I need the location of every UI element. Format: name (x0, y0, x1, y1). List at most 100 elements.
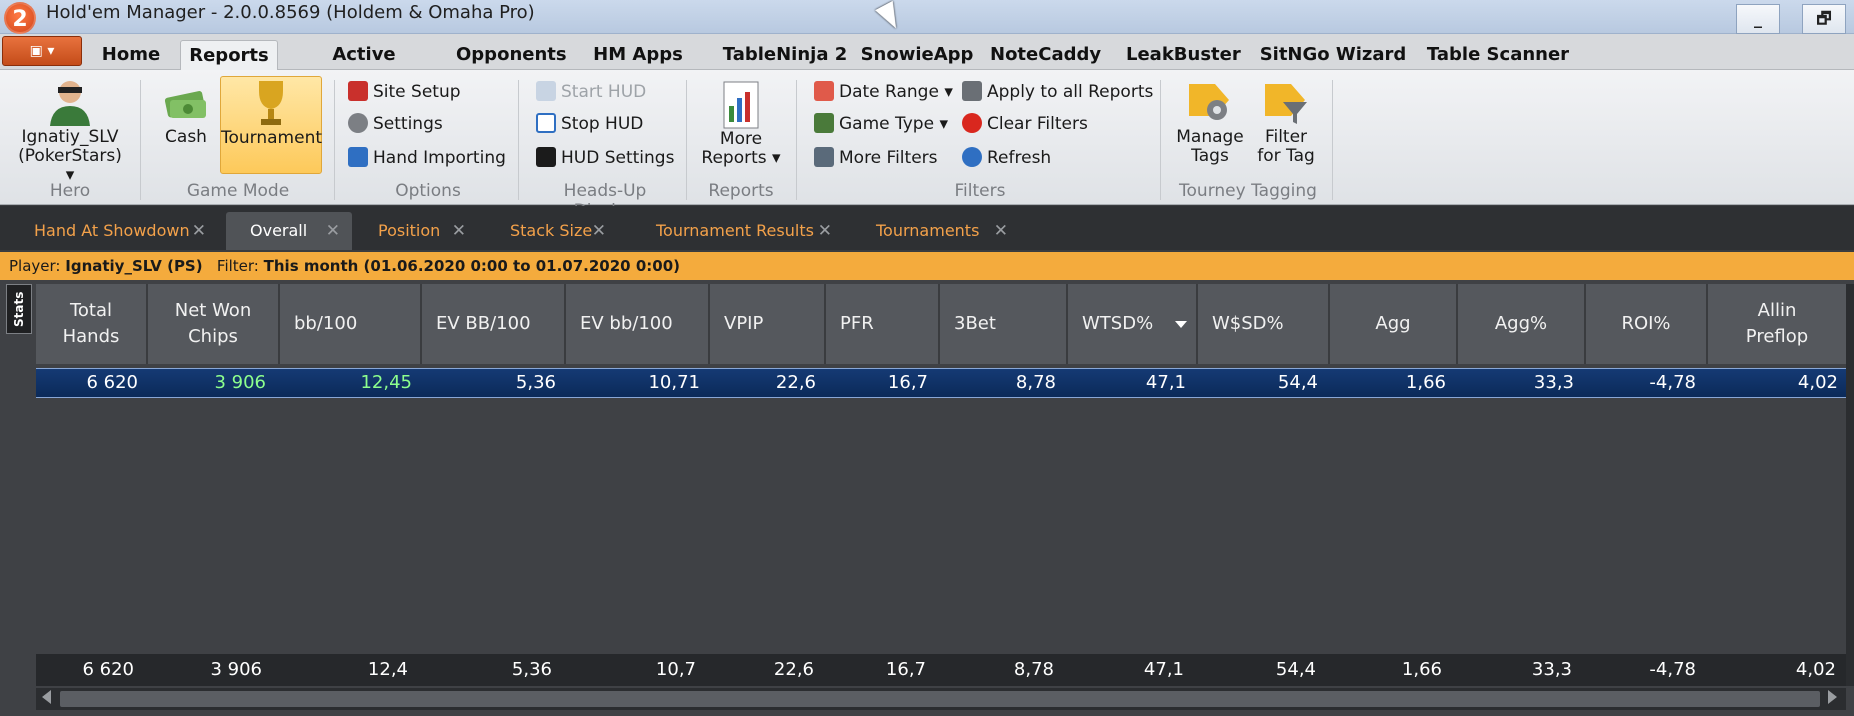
import-arrow-icon (348, 147, 368, 167)
cash-icon (164, 91, 206, 118)
column-header-bb100[interactable]: bb/100 (280, 284, 422, 364)
total-allin-preflop: 4,02 (1795, 659, 1836, 680)
site-setup-button[interactable]: Site Setup (348, 78, 461, 106)
refresh-label: Refresh (987, 148, 1052, 168)
column-header-wtsd[interactable]: WTSD% (1068, 284, 1198, 364)
manage-tags-button[interactable]: Manage Tags (1174, 78, 1246, 176)
cell-ev-bb100-upper: 5,36 (515, 372, 556, 393)
tab-reports[interactable]: Reports (180, 40, 278, 70)
doc-tab-label: Overall (250, 221, 308, 240)
close-icon[interactable]: ✕ (592, 212, 606, 250)
tournament-button[interactable]: Tournament (220, 76, 322, 174)
group-label-options: Options (395, 181, 461, 201)
header-text: 3Bet (954, 313, 996, 334)
column-header-vpip[interactable]: VPIP (710, 284, 826, 364)
start-hud-button[interactable]: Start HUD (536, 78, 646, 106)
sort-descending-icon (1175, 320, 1188, 328)
close-icon[interactable]: ✕ (452, 212, 466, 250)
tab-home[interactable]: Home (96, 40, 166, 70)
column-header-3bet[interactable]: 3Bet (940, 284, 1068, 364)
restore-button[interactable]: 🗗 (1802, 4, 1846, 34)
app-menu-button[interactable]: ▣ ▾ (2, 36, 82, 66)
hud-settings-button[interactable]: HUD Settings (536, 144, 674, 172)
total-agg: 1,66 (1401, 659, 1442, 680)
hud-settings-label: HUD Settings (561, 148, 675, 168)
close-icon[interactable]: ✕ (192, 212, 206, 250)
group-label-filters: Filters (954, 181, 1006, 201)
ribbon-separator (1332, 80, 1333, 200)
hand-importing-button[interactable]: Hand Importing (348, 144, 506, 172)
minimize-button[interactable]: _ (1736, 4, 1780, 34)
tab-leakbuster[interactable]: LeakBuster (1126, 40, 1241, 70)
close-icon[interactable]: ✕ (994, 212, 1008, 250)
header-text: Agg% (1494, 313, 1548, 334)
hud-settings-icon (536, 147, 556, 167)
refresh-button[interactable]: Refresh (962, 144, 1051, 172)
total-vpip: 22,6 (773, 659, 814, 680)
doc-tab-tournament-results[interactable]: Tournament Results ✕ (632, 212, 844, 250)
side-tab-stats[interactable]: Stats (6, 284, 32, 334)
doc-tab-hand-at-showdown[interactable]: Hand At Showdown ✕ (10, 212, 218, 250)
doc-tab-overall[interactable]: Overall ✕ (226, 212, 352, 250)
column-header-ev-bb100[interactable]: EV bb/100 (566, 284, 710, 364)
tab-snowieapp[interactable]: SnowieApp (852, 40, 982, 70)
date-range-button[interactable]: Date Range ▾ (814, 78, 953, 106)
tournament-label: Tournament (221, 128, 323, 148)
column-header-agg[interactable]: Agg (1330, 284, 1458, 364)
clear-filters-button[interactable]: Clear Filters (962, 110, 1088, 138)
more-filters-button[interactable]: More Filters (814, 144, 938, 172)
column-header-wssd[interactable]: W$SD% (1198, 284, 1330, 364)
tab-sitngo-wizard[interactable]: SitNGo Wizard (1258, 40, 1408, 70)
cash-button[interactable]: Cash (156, 80, 216, 170)
filter-for-tag-button[interactable]: Filter for Tag (1250, 78, 1322, 176)
stop-hud-button[interactable]: Stop HUD (536, 110, 643, 138)
cell-allin-preflop: 4,02 (1797, 372, 1838, 393)
cell-total-hands: 6 620 (86, 372, 138, 393)
vertical-scrollbar[interactable] (1846, 284, 1854, 686)
scroll-right-icon[interactable] (1828, 690, 1837, 704)
ribbon-separator (518, 80, 519, 200)
doc-tab-tournaments[interactable]: Tournaments ✕ (852, 212, 1020, 250)
manage-tags-label: Manage (1176, 127, 1244, 147)
apply-all-reports-button[interactable]: Apply to all Reports (962, 78, 1153, 106)
column-header-total-hands[interactable]: Total Hands (36, 284, 148, 364)
tab-hm-apps[interactable]: HM Apps (588, 40, 688, 70)
gear-icon (348, 113, 368, 133)
scrollbar-thumb[interactable] (60, 691, 1820, 707)
tab-active-session[interactable]: Active Session (294, 40, 434, 95)
manage-tags-icon (1189, 84, 1229, 120)
column-header-net-won-chips[interactable]: Net Won Chips (148, 284, 280, 364)
doc-tab-stack-size[interactable]: Stack Size ✕ (486, 212, 618, 250)
header-text: WTSD% (1082, 313, 1154, 334)
header-text: Preflop (1745, 326, 1809, 347)
title-bar: 2 Hold'em Manager - 2.0.0.8569 (Holdem &… (0, 0, 1854, 34)
total-total-hands: 6 620 (82, 659, 134, 680)
tab-opponents[interactable]: Opponents (456, 40, 567, 70)
settings-button[interactable]: Settings (348, 110, 443, 138)
column-header-pfr[interactable]: PFR (826, 284, 940, 364)
doc-tab-position[interactable]: Position ✕ (354, 212, 478, 250)
header-text: EV BB/100 (436, 313, 531, 334)
column-header-ev-bb100-upper[interactable]: EV BB/100 (422, 284, 566, 364)
ribbon-separator (796, 80, 797, 200)
hand-importing-label: Hand Importing (373, 148, 506, 168)
more-reports-button[interactable]: More Reports ▾ (700, 80, 782, 176)
header-text: Agg (1375, 313, 1411, 334)
column-header-allin-preflop[interactable]: Allin Preflop (1708, 284, 1846, 364)
close-icon[interactable]: ✕ (326, 212, 340, 250)
window-title: Hold'em Manager - 2.0.0.8569 (Holdem & O… (46, 2, 535, 23)
more-reports-label: More (719, 129, 763, 149)
tab-tableninja[interactable]: TableNinja 2 (710, 40, 860, 70)
game-type-label: Game Type ▾ (839, 114, 948, 134)
column-header-agg-pct[interactable]: Agg% (1458, 284, 1586, 364)
cell-agg-pct: 33,3 (1533, 372, 1574, 393)
player-value: Ignatiy_SLV (PS) (65, 257, 203, 275)
tab-notecaddy[interactable]: NoteCaddy (990, 40, 1101, 70)
scroll-left-icon[interactable] (42, 690, 51, 704)
total-pfr: 16,7 (885, 659, 926, 680)
game-type-button[interactable]: Game Type ▾ (814, 110, 948, 138)
column-header-roi[interactable]: ROI% (1586, 284, 1708, 364)
hero-selector-button[interactable]: Ignatiy_SLV (PokerStars) ▾ (14, 76, 126, 185)
close-icon[interactable]: ✕ (818, 212, 832, 250)
tab-table-scanner[interactable]: Table Scanner 2 (1426, 40, 1570, 95)
